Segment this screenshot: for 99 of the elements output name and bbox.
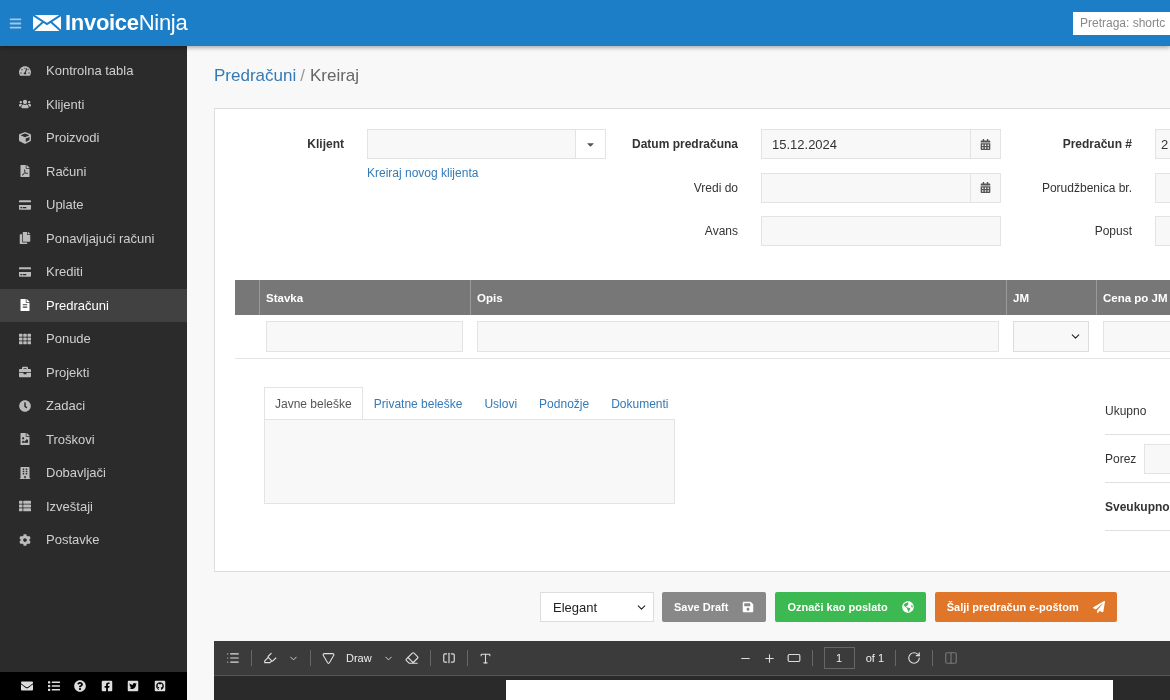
sidebar-item[interactable]: Klijenti [0,87,187,121]
notes-tab[interactable]: Uslovi [473,387,529,419]
logo-icon [33,15,61,31]
page-number-field[interactable]: 1 [823,647,855,669]
text-icon[interactable] [478,651,492,665]
field-label: Datum predračuna [630,137,738,151]
field-label: Porudžbenica br. [1040,180,1132,195]
fit-page-icon[interactable] [786,651,801,665]
facebook-icon[interactable] [100,680,113,692]
dashboard-icon [19,64,32,77]
sidebar-item-label: Predračuni [46,297,109,313]
sidebar-item-label: Izveštaji [46,498,93,514]
briefcase-icon [19,366,32,379]
field-label: Avans [703,224,738,238]
sidebar-item[interactable]: Izveštaji [0,489,187,523]
github-icon[interactable] [153,680,166,692]
sidebar-item[interactable]: Ponavljajući računi [0,221,187,255]
column-header: Stavka [259,280,470,315]
twitter-icon[interactable] [127,680,140,692]
draw-label[interactable]: Draw [346,652,372,664]
sidebar-item[interactable]: Zadaci [0,389,187,423]
sidebar-item[interactable]: Računi [0,154,187,188]
sidebar-item-label: Zadaci [46,398,86,414]
total-label: Sveukupno [1105,499,1170,514]
users-icon [19,98,32,111]
zoom-in-icon[interactable] [762,651,776,665]
column-header: JM [1006,280,1096,315]
input-field[interactable] [266,321,463,352]
cube-icon [19,131,32,144]
sidebar-item[interactable]: Proizvodi [0,121,187,155]
list-icon [19,500,32,513]
sidebar-item[interactable]: Dobavljači [0,456,187,490]
credit-card-icon [19,198,32,211]
breadcrumb-separator: / [300,66,305,86]
copy-icon [19,232,32,245]
column-header: Cena po JM [1096,280,1170,315]
input-field[interactable] [761,216,1001,246]
triangle-icon[interactable] [322,651,335,665]
notes-tab[interactable]: Dokumenti [600,387,680,419]
grid-icon [19,332,32,345]
clock-icon [19,399,32,412]
design-select[interactable]: Elegant [540,592,654,622]
sidebar-item-label: Kontrolna tabla [46,63,134,79]
sidebar-item[interactable]: Predračuni [0,288,187,322]
sidebar-item-label: Krediti [46,264,83,280]
field-label: Vredi do [692,180,738,195]
sidebar-item-label: Računi [46,163,87,179]
sidebar-item-label: Proizvodi [46,130,100,146]
total-label: Ukupno [1105,403,1147,418]
sidebar-item-label: Ponude [46,331,91,347]
page-count: of 1 [865,652,885,664]
save-icon [742,601,755,613]
notes-tab[interactable]: Javne beleške [264,387,363,419]
sidebar-item[interactable]: Kontrolna tabla [0,54,187,88]
breadcrumb-link[interactable]: Predračuni [214,66,297,86]
sidebar-item-label: Postavke [46,532,100,548]
sidebar-item-label: Projekti [46,364,90,380]
breadcrumb-current: Kreiraj [309,66,360,86]
sidebar-item-label: Klijenti [46,96,85,112]
sidebar-item-label: Uplate [46,197,84,213]
envelope-icon[interactable] [21,680,34,692]
image-file-icon [19,433,32,446]
date-field[interactable]: 15.12.2024 [761,129,1001,159]
field-label: Predračun # [1061,137,1132,151]
field-label: Klijent [306,137,344,151]
paper-plane-icon [1092,601,1105,613]
sidebar-item-label: Dobavljači [46,465,106,481]
action-button[interactable]: Save Draft [662,592,767,622]
date-field[interactable] [761,172,1001,203]
pdf-file-icon [19,165,32,178]
sidebar-item[interactable]: Troškovi [0,422,187,456]
sidebar-item[interactable]: Uplate [0,188,187,222]
text-box-icon[interactable] [441,651,456,665]
sidebar-item[interactable]: Postavke [0,523,187,557]
document-icon [19,299,32,312]
total-label: Porez [1105,451,1137,466]
logo-text: InvoiceNinja [65,10,188,36]
eraser-icon[interactable] [404,651,419,665]
sidebar-item-label: Ponavljajući računi [46,230,155,246]
sidebar-item[interactable]: Projekti [0,355,187,389]
credit-card-icon [19,265,32,278]
highlighter-icon[interactable] [263,651,277,665]
input-field[interactable]: 2 [1155,129,1170,159]
column-header: Opis [470,280,1006,315]
settings-icon [19,533,32,546]
help-icon[interactable] [74,680,87,692]
sidebar-item[interactable]: Ponude [0,322,187,356]
building-icon [19,466,32,479]
search-field[interactable]: Pretraga: shortc [1073,11,1170,35]
notes-tab[interactable]: Privatne beleške [362,387,474,419]
create-client-link[interactable]: Kreiraj novog klijenta [367,165,606,180]
sidebar-item-label: Troškovi [46,431,95,447]
description-field[interactable] [477,321,999,352]
notes-tab[interactable]: Podnožje [528,387,601,419]
globe-icon [901,601,914,613]
field-label: Popust [1093,224,1132,238]
sidebar-item[interactable]: Krediti [0,255,187,289]
rotate-icon[interactable] [907,651,922,665]
list-icon[interactable] [47,680,60,692]
